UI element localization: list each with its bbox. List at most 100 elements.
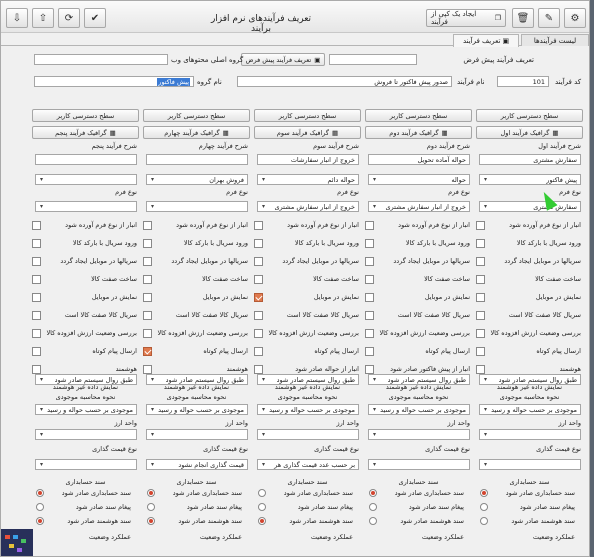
option-checkbox-row[interactable]: بررسی وضعیت ارزش افزوده کالا [254, 329, 361, 339]
delete-button[interactable]: 🗑 [512, 8, 534, 28]
option-checkbox-row[interactable]: انبار از نوع فرم آورده شود [32, 221, 139, 231]
export-button[interactable]: ⇧ [32, 8, 54, 28]
option-checkbox-row[interactable]: ارسال پیام کوتاه [32, 347, 139, 357]
user-access-button[interactable]: سطح دسترسی کاربر [32, 109, 139, 122]
user-access-button[interactable]: سطح دسترسی کاربر [365, 109, 472, 122]
process-graphic-button[interactable]: گرافیک فرآیند اول ▦ [476, 126, 583, 139]
checkbox[interactable] [476, 239, 485, 248]
option-checkbox-row[interactable]: نمایش در موبایل [143, 293, 250, 303]
group-input[interactable]: پیش فاکتور [34, 76, 194, 87]
option-checkbox-row[interactable]: ارسال پیام کوتاه [254, 347, 361, 357]
option-checkbox-row[interactable]: ارسال پیام کوتاه [143, 347, 250, 357]
calc-select[interactable]: ▾ موجودی بر حسب حواله و رسید [257, 404, 359, 415]
option-checkbox-row[interactable]: ورود سریال با بارکد کالا [476, 239, 583, 249]
checkbox[interactable] [32, 221, 41, 230]
option-checkbox-row[interactable]: سریالها در موبایل ایجاد گردد [476, 257, 583, 267]
checkbox[interactable] [32, 347, 41, 356]
checkbox[interactable] [143, 221, 152, 230]
option-checkbox-row[interactable]: ارسال پیام کوتاه [365, 347, 472, 357]
checkbox[interactable] [143, 347, 152, 356]
user-access-button[interactable]: سطح دسترسی کاربر [143, 109, 250, 122]
default-process-button[interactable]: تعریف فرآیند پیش فرض ▣ [241, 53, 325, 66]
radio-button[interactable] [480, 503, 488, 511]
process-graphic-button[interactable]: گرافیک فرآیند پنجم ▦ [32, 126, 139, 139]
option-checkbox-row[interactable]: نمایش در موبایل [32, 293, 139, 303]
checkbox[interactable] [365, 239, 374, 248]
pricing-select[interactable]: ▾ [368, 459, 470, 470]
refresh-button[interactable]: ⟳ [58, 8, 80, 28]
checkbox[interactable] [32, 239, 41, 248]
option-checkbox-row[interactable]: ساخت صفت کالا [365, 275, 472, 285]
calc-select[interactable]: ▾ موجودی بر حسب حواله و رسید [479, 404, 581, 415]
description-input[interactable]: سفارش مشتری [479, 154, 581, 165]
checkbox[interactable] [254, 347, 263, 356]
radio-button[interactable] [258, 489, 266, 497]
radio-button[interactable] [147, 503, 155, 511]
default-process-input[interactable] [329, 54, 417, 65]
option-checkbox-row[interactable]: سریال کالا صفت کالا است [365, 311, 472, 321]
option-checkbox-row[interactable]: سریالها در موبایل ایجاد گردد [365, 257, 472, 267]
process-graphic-button[interactable]: گرافیک فرآیند دوم ▦ [365, 126, 472, 139]
option-checkbox-row[interactable]: نمایش در موبایل [476, 293, 583, 303]
option-checkbox-row[interactable]: ورود سریال با بارکد کالا [143, 239, 250, 249]
option-checkbox-row[interactable]: انبار از نوع فرم آورده شود [254, 221, 361, 231]
checkbox[interactable] [32, 311, 41, 320]
checkbox[interactable] [254, 239, 263, 248]
currency-select[interactable]: ▾ [479, 429, 581, 440]
tab-process-list[interactable]: لیست فرآیندها [521, 34, 589, 46]
code-input[interactable]: 101 [497, 76, 549, 87]
description-input[interactable]: خروج از انبار سفارشات [257, 154, 359, 165]
option-checkbox-row[interactable]: ورود سریال با بارکد کالا [365, 239, 472, 249]
checkbox[interactable] [143, 239, 152, 248]
option-checkbox-row[interactable]: نمایش در موبایل [254, 293, 361, 303]
checkbox[interactable] [143, 365, 152, 374]
option-checkbox-row[interactable]: سریال کالا صفت کالا است [143, 311, 250, 321]
option-checkbox-row[interactable]: ارسال پیام کوتاه [476, 347, 583, 357]
ok-button[interactable]: ✔ [84, 8, 106, 28]
pricing-select[interactable]: ▾ بر حسب عدد قیمت گذاری هر [257, 459, 359, 470]
user-access-button[interactable]: سطح دسترسی کاربر [254, 109, 361, 122]
option-checkbox-row[interactable]: ساخت صفت کالا [254, 275, 361, 285]
calc-select[interactable]: ▾ موجودی بر حسب حواله و رسید [368, 404, 470, 415]
radio-button[interactable] [36, 517, 44, 525]
checkbox[interactable] [32, 293, 41, 302]
radio-button[interactable] [480, 489, 488, 497]
option-checkbox-row[interactable]: ساخت صفت کالا [476, 275, 583, 285]
currency-select[interactable]: ▾ [257, 429, 359, 440]
checkbox[interactable] [365, 293, 374, 302]
pricing-select[interactable]: ▾ قیمت گذاری انجام نشود [146, 459, 248, 470]
checkbox[interactable] [32, 257, 41, 266]
form-type-select[interactable]: ▾ سفارش مشتری [479, 201, 581, 212]
option-checkbox-row[interactable]: بررسی وضعیت ارزش افزوده کالا [32, 329, 139, 339]
option-checkbox-row[interactable]: بررسی وضعیت ارزش افزوده کالا [365, 329, 472, 339]
checkbox[interactable] [476, 221, 485, 230]
checkbox[interactable] [254, 293, 263, 302]
option-checkbox-row[interactable]: سریالها در موبایل ایجاد گردد [254, 257, 361, 267]
doc-type-select[interactable]: ▾ حواله [368, 174, 470, 185]
checkbox[interactable] [476, 275, 485, 284]
option-checkbox-row[interactable]: بررسی وضعیت ارزش افزوده کالا [476, 329, 583, 339]
doc-type-select[interactable]: ▾ حواله دائم [257, 174, 359, 185]
radio-button[interactable] [369, 489, 377, 497]
process-graphic-button[interactable]: گرافیک فرآیند سوم ▦ [254, 126, 361, 139]
checkbox[interactable] [32, 329, 41, 338]
option-checkbox-row[interactable]: ساخت صفت کالا [143, 275, 250, 285]
form-type-select[interactable]: ▾ [146, 201, 248, 212]
radio-button[interactable] [258, 517, 266, 525]
checkbox[interactable] [32, 275, 41, 284]
radio-button[interactable] [369, 517, 377, 525]
option-checkbox-row[interactable]: انبار از نوع فرم آورده شود [143, 221, 250, 231]
checkbox[interactable] [476, 329, 485, 338]
doc-type-select[interactable]: ▾ فروش بهران [146, 174, 248, 185]
tab-process-define[interactable]: تعریف فرآیند ▣ [453, 34, 519, 47]
option-checkbox-row[interactable]: ورود سریال با بارکد کالا [254, 239, 361, 249]
radio-button[interactable] [147, 517, 155, 525]
checkbox[interactable] [143, 311, 152, 320]
web-group-input[interactable] [34, 54, 168, 65]
checkbox[interactable] [365, 275, 374, 284]
copy-process-button[interactable]: ایجاد یک کپی از فرآیند ❐ [426, 9, 506, 27]
pricing-select[interactable]: ▾ [35, 459, 137, 470]
description-input[interactable] [35, 154, 137, 165]
option-checkbox-row[interactable]: انبار از نوع فرم آورده شود [476, 221, 583, 231]
show-mode-select[interactable]: ▾ طبق روال سیستم صادر شود [257, 374, 359, 385]
